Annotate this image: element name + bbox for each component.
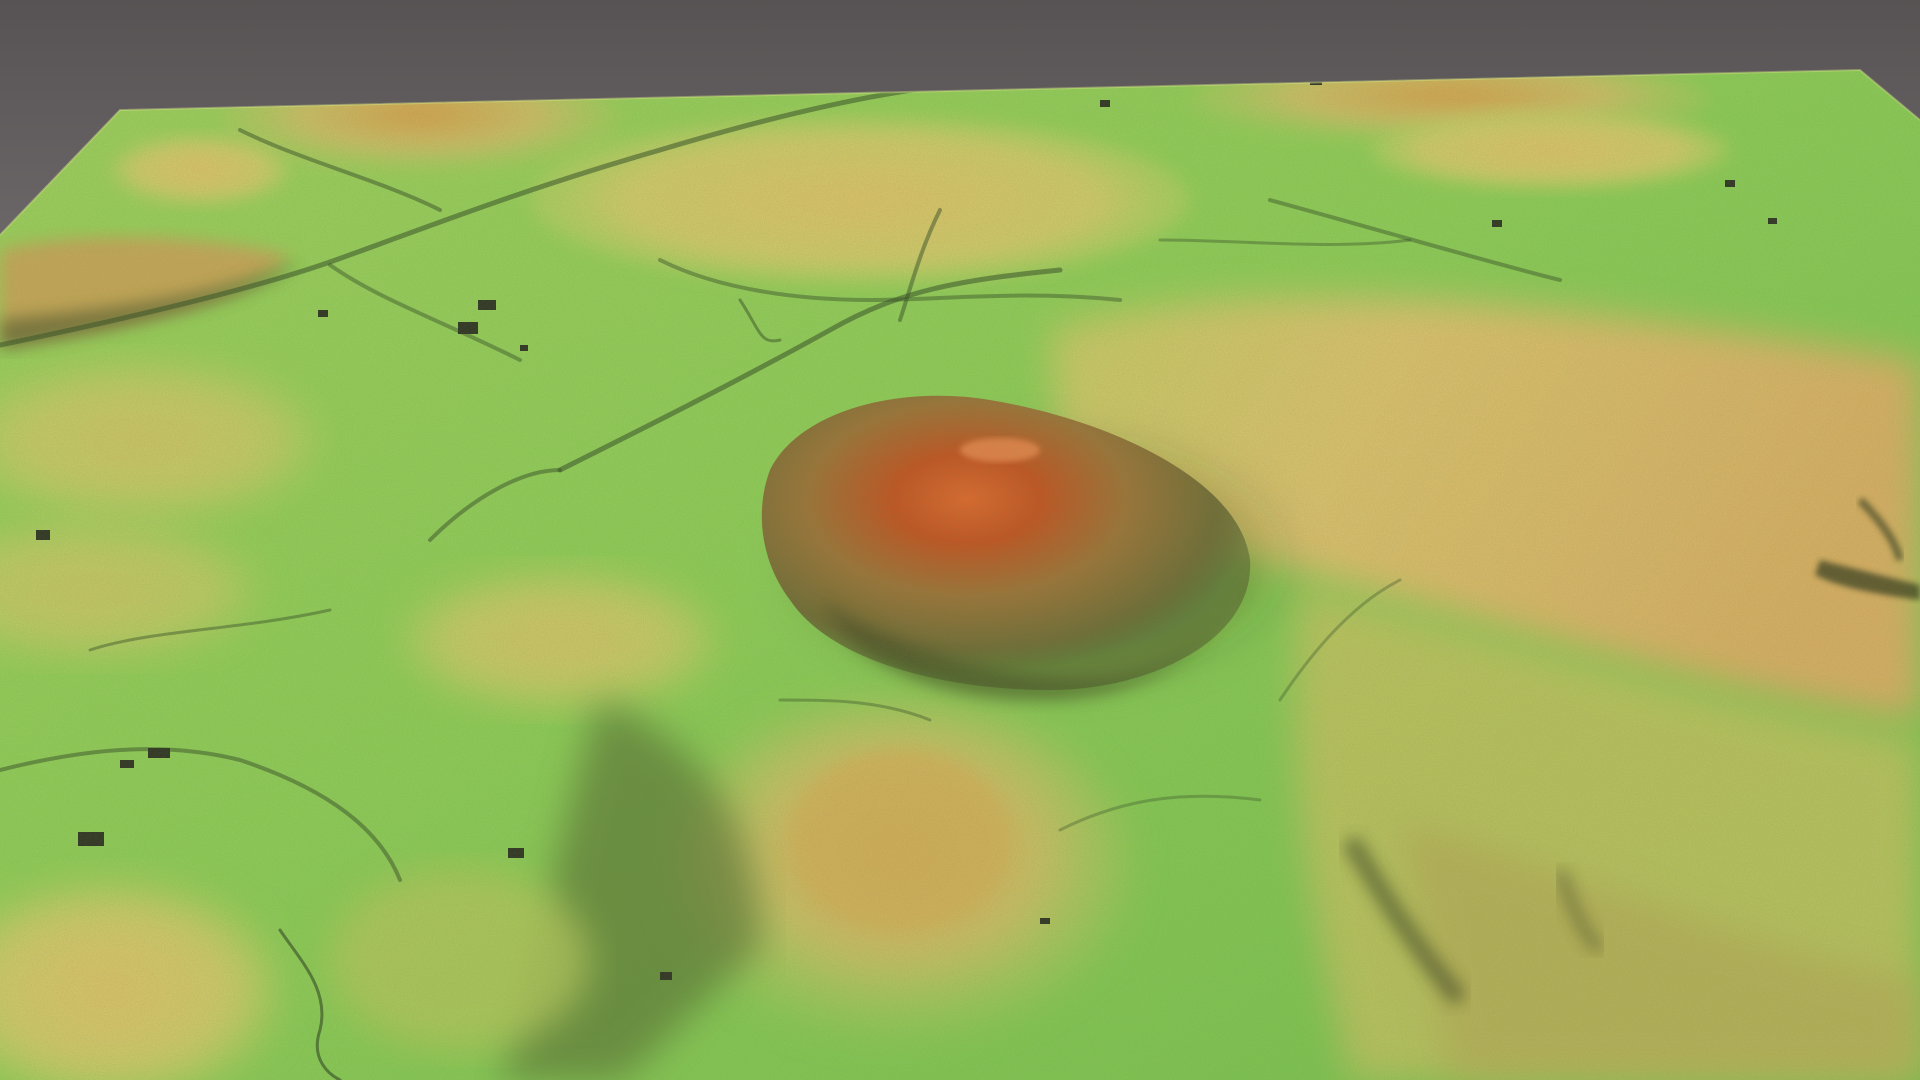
terrain-render [0, 0, 1920, 1080]
terrain-scene [0, 0, 1920, 1080]
terrain-surface [0, 70, 1920, 1080]
